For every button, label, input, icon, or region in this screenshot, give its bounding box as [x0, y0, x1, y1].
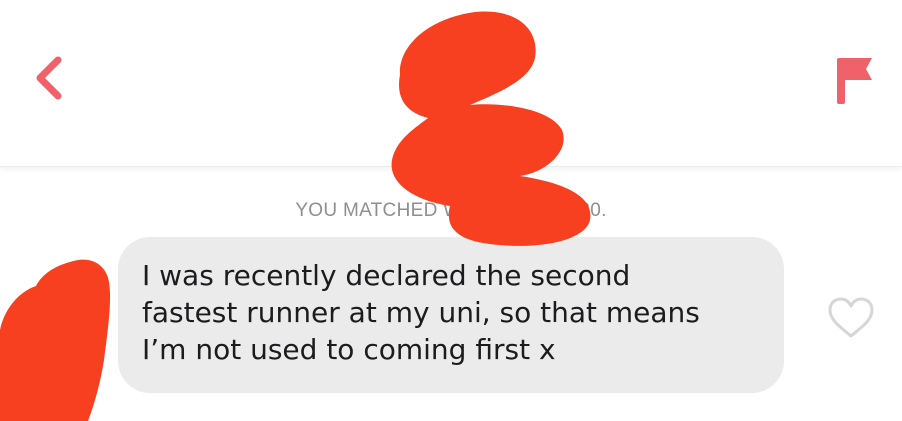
like-message-button[interactable]	[826, 296, 876, 340]
message-bubble[interactable]: I was recently declared the second faste…	[118, 237, 784, 393]
flag-icon	[837, 58, 872, 104]
message-text: I was recently declared the second faste…	[142, 259, 700, 366]
heart-outline-icon	[828, 297, 874, 338]
chat-header	[0, 0, 902, 167]
match-avatar[interactable]	[410, 30, 466, 86]
report-button[interactable]	[824, 50, 876, 110]
chevron-left-icon	[36, 56, 62, 100]
back-button[interactable]	[28, 50, 72, 106]
match-notice: YOU MATCHED WITH J 7/01/2020.	[295, 200, 607, 221]
